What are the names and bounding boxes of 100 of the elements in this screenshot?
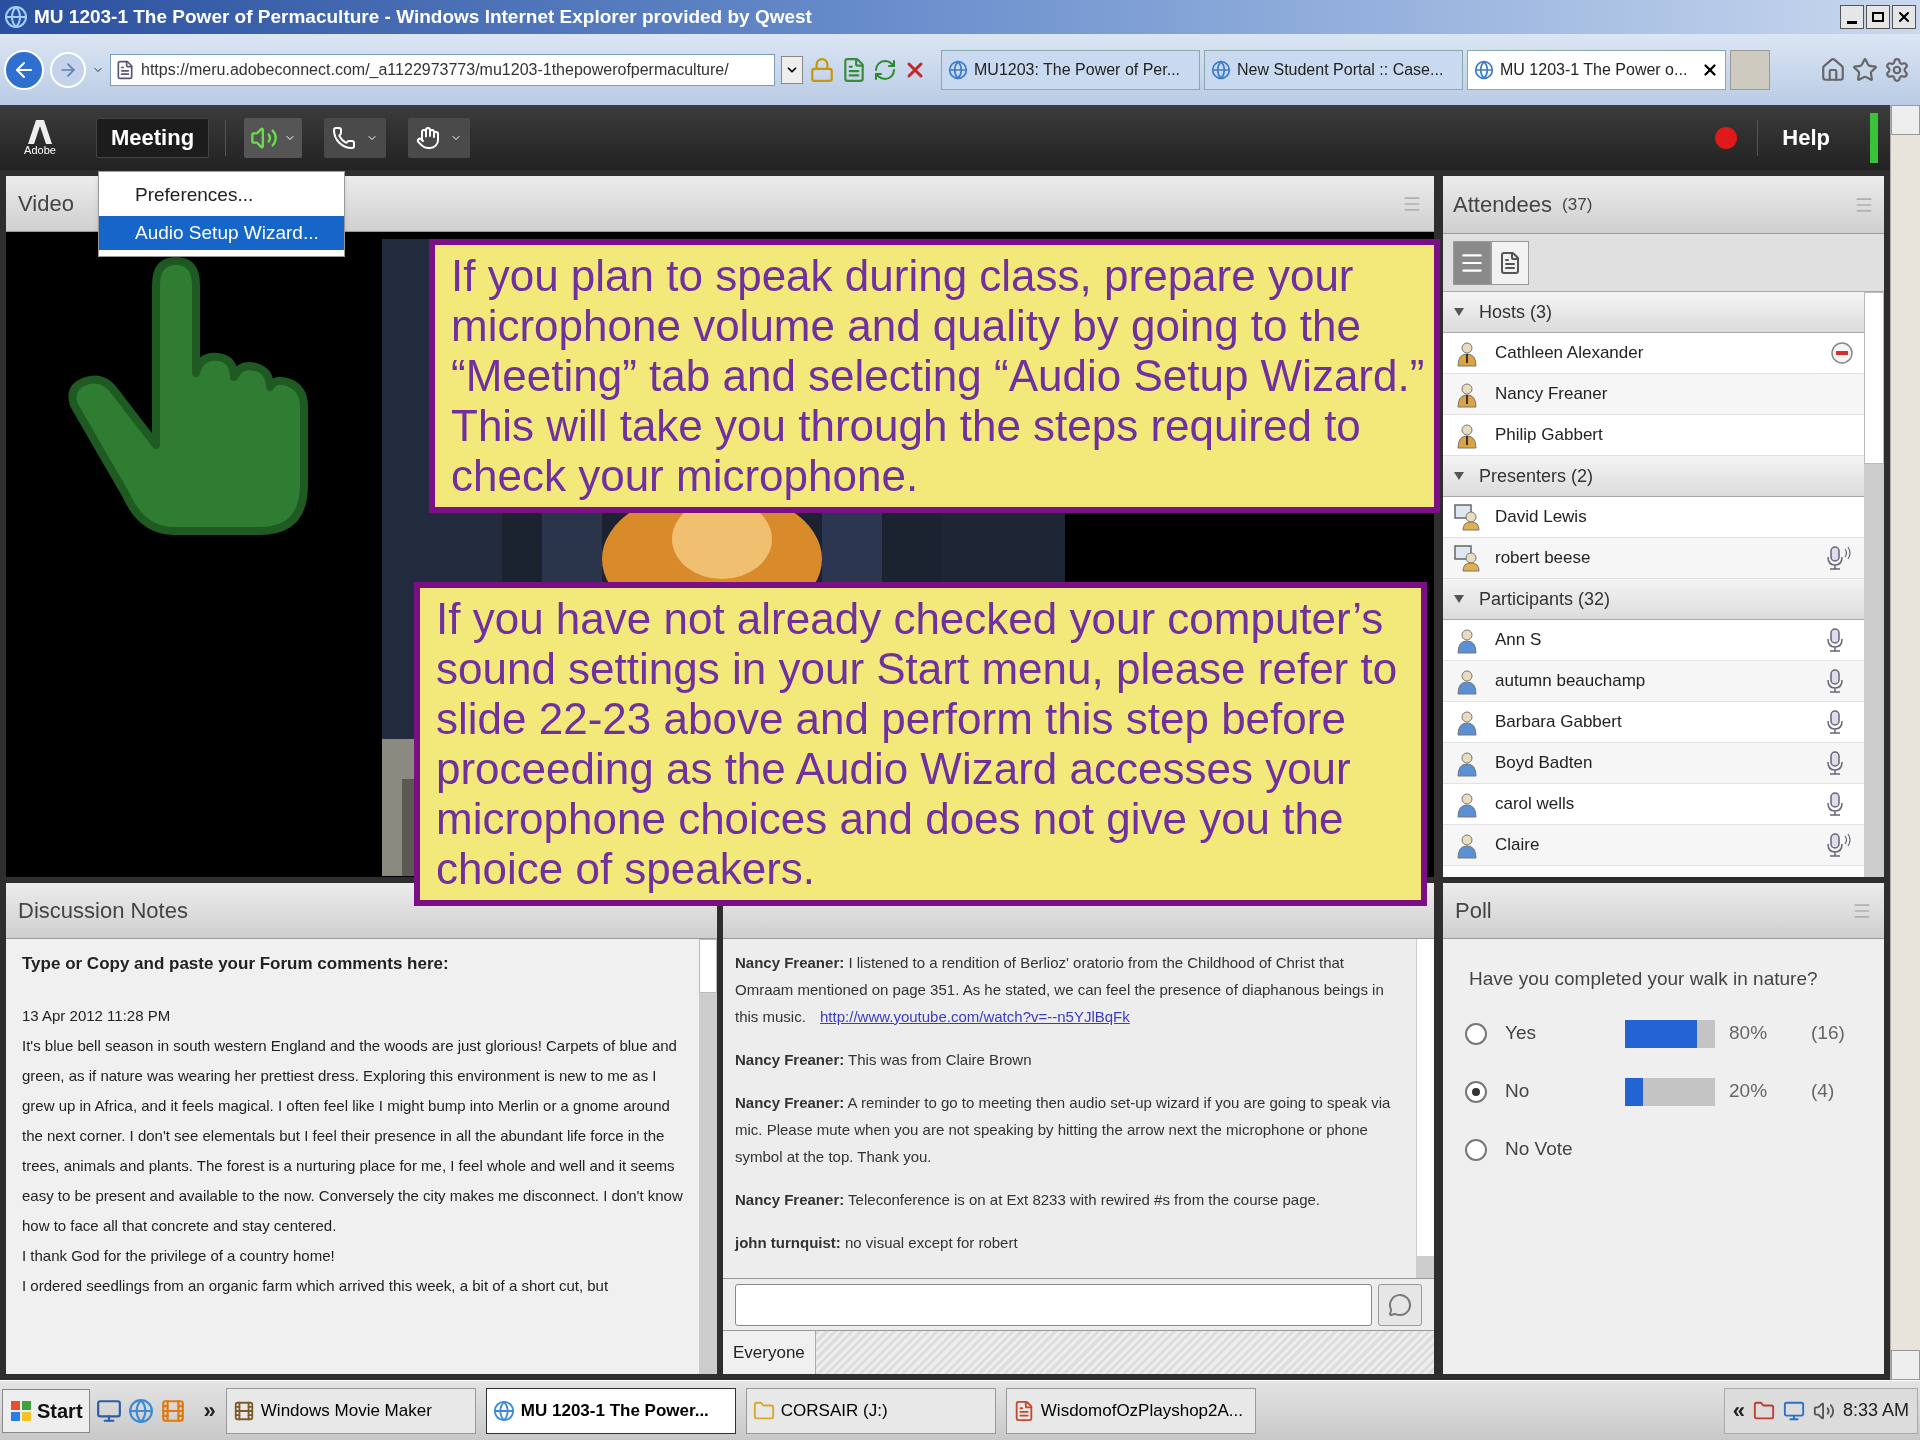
attendee-name: Philip Gabbert [1495, 424, 1603, 447]
callout-text: If you plan to speak during class, prepare your microphone volume and quality by going to the “Meeting” tab and selecting “Audio Setup Wizard.” This will take you through the steps required to check your microphone. [451, 251, 1426, 501]
attendee-name: David Lewis [1495, 506, 1587, 529]
group-header[interactable]: Participants (32) [1443, 579, 1864, 620]
poll-question: Have you completed your walk in nature? [1469, 967, 1819, 991]
recording-icon[interactable] [1715, 126, 1738, 149]
group-label: Presenters (2) [1479, 464, 1594, 488]
pod-title: Video [18, 190, 74, 218]
more-icons-text[interactable]: » [203, 1394, 216, 1427]
notes-paragraph: It's blue bell season in south western England and the woods are just glorious! Carpets of blue and green, as if nature was wearing her prettiest dress. Exploring this environment is new to me as I grew up in Africa, and it feels magical. I often feel like I might bump into Merlin or a gnome around the next corner. I don't see elementals but I feel their presence in all the abundant life force in the trees, animals and plants. The forest is a nurturing place for me, I feel whole and well and it seems easy to be present and available to the now. Conversely the city makes me disconnect. I don't know how to face all that concrete and stay centered. [22, 1035, 683, 1236]
raise-hand-button[interactable] [408, 117, 471, 158]
attendee-row[interactable]: Boyd Badten [1443, 743, 1864, 784]
attendee-row[interactable]: robert beese [1443, 538, 1864, 579]
browser-icon [4, 5, 28, 29]
microphone-speaking-icon[interactable] [1824, 832, 1854, 858]
forward-button[interactable] [50, 51, 86, 88]
windows-logo-icon [9, 1398, 33, 1423]
phone-button[interactable] [324, 117, 387, 158]
percent-text: 20% [1729, 1079, 1769, 1104]
scrollbar[interactable] [699, 939, 717, 1374]
browser-tab[interactable]: MU 1203-1 The Power o... [1467, 49, 1726, 90]
favorites-icon[interactable] [1852, 56, 1878, 83]
attendee-name: carol wells [1495, 793, 1575, 816]
radio-button[interactable] [1465, 1080, 1487, 1103]
help-link[interactable]: Help [1782, 121, 1830, 154]
scrollbar[interactable] [1864, 292, 1884, 877]
window-title: MU 1203-1 The Power of Permaculture - Windows Internet Explorer provided by Qwest [34, 4, 812, 29]
group-header[interactable]: Presenters (2) [1443, 456, 1864, 497]
page-scrollbar[interactable] [1890, 105, 1920, 1380]
chat-message: Nancy Freaner: I listened to a rendition of Berlioz' oratorio from the Childhood of Christ that Omraam mentioned on page 351. As he stated, we can feel the presence of diaphanous beings in this music. http://www.youtube.com/watch?v=--n5YJlBqFk [735, 953, 1385, 1027]
video-link[interactable]: http://www.youtube.com/watch?v=--n5YJlBqFk [820, 1008, 1130, 1025]
tray-icon[interactable] [1752, 1399, 1775, 1422]
chat-input-field[interactable] [735, 1283, 1372, 1326]
microphone-speaking-icon[interactable] [1824, 545, 1854, 571]
refresh-icon[interactable] [873, 57, 897, 82]
taskbar-button[interactable]: CORSAIR (J:) [745, 1387, 996, 1434]
browser-tab[interactable]: MU1203: The Power of Per... [941, 49, 1200, 90]
attendee-name: robert beese [1495, 547, 1591, 570]
address-dropdown-button[interactable] [781, 55, 803, 84]
minimize-icon[interactable] [1840, 5, 1864, 29]
chat-message: Nancy Freaner: A reminder to go to meeting then audio set-up wizard if you are going to speak via mic. Please mute when you are not speaking by hitting the arrow next the microphone or phone symbol at the top. Thank you. [735, 1093, 1392, 1167]
radio-button[interactable] [1465, 1022, 1487, 1045]
menu-item[interactable]: Audio Setup Wizard... [99, 216, 344, 250]
browser-tab[interactable]: New Student Portal :: Case... [1204, 49, 1463, 90]
attendee-name: Boyd Badten [1495, 752, 1593, 775]
attendee-name: Nancy Freaner [1495, 383, 1608, 406]
pod-title: Attendees [1453, 191, 1553, 219]
page-icon [948, 59, 968, 80]
attendee-name: Cathleen Alexander [1495, 342, 1644, 365]
close-icon[interactable] [1892, 5, 1916, 29]
pod-title: Poll [1455, 897, 1492, 925]
address-field[interactable]: https://meru.adobeconnect.com/_a1122973773/mu1203-1thepowerofpermaculture/ [110, 53, 775, 86]
presenter-icon [1453, 544, 1481, 572]
status-bar-icon [1870, 112, 1878, 163]
page-icon [1474, 59, 1494, 80]
detail-view-button[interactable] [1491, 240, 1529, 285]
phone-icon [332, 125, 357, 150]
speaker-button[interactable] [244, 117, 303, 158]
meeting-menu-button[interactable]: Meeting [96, 117, 210, 158]
attendee-row[interactable]: Nancy Freaner [1443, 374, 1864, 415]
radio-button[interactable] [1465, 1138, 1487, 1161]
show-hidden-icons-text[interactable]: « [1732, 1394, 1745, 1427]
presenter-icon [1453, 503, 1481, 531]
attendee-name: Barbara Gabbert [1495, 711, 1622, 734]
restore-icon[interactable] [1866, 5, 1890, 29]
taskbar-button[interactable]: WisdomofOzPlayshop2A... [1005, 1387, 1256, 1434]
option-label: No [1505, 1079, 1531, 1104]
remove-icon[interactable] [1830, 341, 1854, 365]
page-icon [115, 59, 135, 80]
option-label: No Vote [1505, 1137, 1574, 1162]
attendee-row[interactable]: Claire [1443, 825, 1864, 866]
browser-icon[interactable] [127, 1397, 154, 1424]
chat-message: Nancy Freaner: Teleconference is on at Ext 8233 with rewired #s from the course page. [735, 1190, 1322, 1210]
taskbar-button[interactable]: MU 1203-1 The Power... [485, 1387, 736, 1434]
back-button[interactable] [4, 49, 44, 90]
taskbar-button[interactable]: Windows Movie Maker [225, 1387, 476, 1434]
everyone-tab[interactable]: Everyone [723, 1331, 816, 1374]
collapse-arrow-icon[interactable] [1453, 306, 1465, 318]
collapse-arrow-icon[interactable] [1453, 470, 1465, 482]
chat-message: Nancy Freaner: This was from Claire Brown [735, 1050, 1033, 1070]
clock-text: 8:33 AM [1842, 1399, 1909, 1422]
home-icon[interactable] [1820, 56, 1846, 83]
list-view-button[interactable] [1453, 240, 1491, 285]
menu-item[interactable]: Preferences... [99, 178, 344, 212]
percent-text: 80% [1729, 1021, 1769, 1046]
chat-message: john turnquist: no visual except for robert [735, 1233, 1019, 1253]
network-icon[interactable] [1782, 1399, 1805, 1422]
compatibility-icon[interactable] [841, 56, 867, 83]
collapse-arrow-icon[interactable] [1453, 593, 1465, 605]
browser-icon [492, 1399, 515, 1422]
attendee-row[interactable]: autumn beauchamp [1443, 661, 1864, 702]
scrollbar[interactable] [1416, 939, 1434, 1278]
desktop-icon[interactable] [95, 1397, 122, 1424]
settings-icon[interactable] [1884, 56, 1910, 83]
group-header[interactable]: Hosts (3) [1443, 292, 1864, 333]
speech-bubble-icon [1388, 1292, 1412, 1317]
card-icon [1498, 250, 1522, 275]
send-button[interactable] [1378, 1283, 1422, 1326]
attendee-count: (37) [1562, 193, 1593, 216]
start-button[interactable]: Start [2, 1388, 90, 1433]
